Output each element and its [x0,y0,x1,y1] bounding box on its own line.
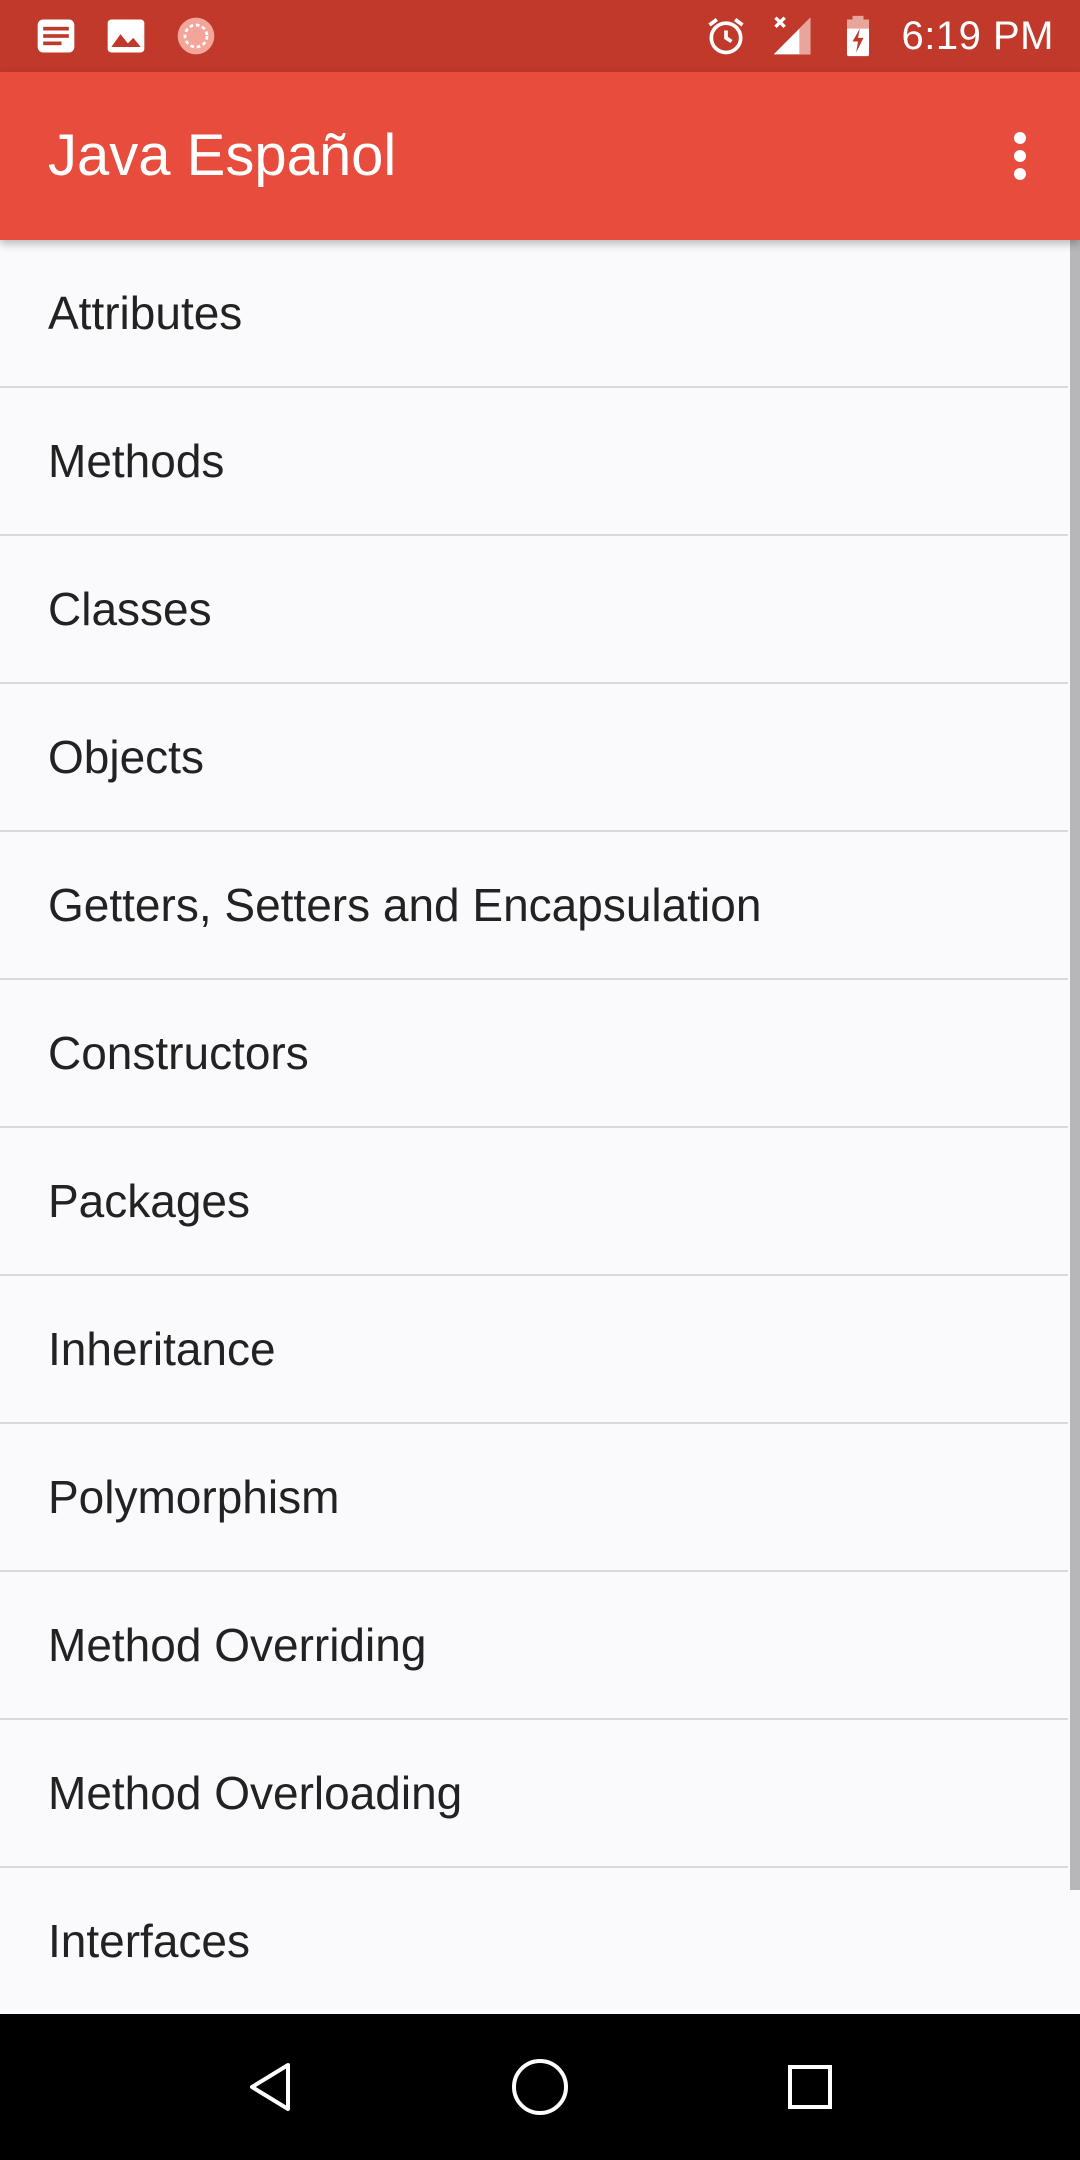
navigation-bar [0,2014,1080,2160]
list-item[interactable]: Objects [0,684,1068,832]
back-icon [250,2063,290,2111]
more-vert-icon [1014,132,1026,180]
news-icon [37,19,75,53]
list-item[interactable]: Getters, Setters and Encapsulation [0,832,1068,980]
list-item[interactable]: Classes [0,536,1068,684]
sync-icon [177,17,215,55]
list-item[interactable]: Packages [0,1128,1068,1276]
home-icon [512,2059,568,2115]
list-item[interactable]: Method Overriding [0,1572,1068,1720]
notification-icons [34,0,218,72]
scrollbar[interactable] [1070,240,1080,1890]
screen: 6:19 PM Java Español Attributes Methods … [0,0,1080,2160]
system-indicators: 6:19 PM [704,0,1054,72]
battery-charging-icon [846,15,869,57]
signal-icon [773,16,810,55]
recents-button[interactable] [770,2047,850,2127]
app-title: Java Español [48,123,397,188]
list-item[interactable]: Interfaces [0,1868,1068,2014]
list-item[interactable]: Attributes [0,240,1068,388]
status-bar: 6:19 PM [0,0,1080,72]
alarm-icon [707,18,744,55]
clock: 6:19 PM [901,14,1054,58]
list-item[interactable]: Inheritance [0,1276,1068,1424]
home-button[interactable] [500,2047,580,2127]
back-button[interactable] [230,2047,310,2127]
topic-list[interactable]: Attributes Methods Classes Objects Gette… [0,240,1068,2014]
list-item[interactable]: Constructors [0,980,1068,1128]
list-item[interactable]: Method Overloading [0,1720,1068,1868]
overflow-menu-button[interactable] [978,114,1062,198]
recents-icon [788,2065,832,2109]
list-item[interactable]: Polymorphism [0,1424,1068,1572]
list-item[interactable]: Methods [0,388,1068,536]
app-bar: Java Español [0,72,1080,240]
image-icon [107,19,145,53]
